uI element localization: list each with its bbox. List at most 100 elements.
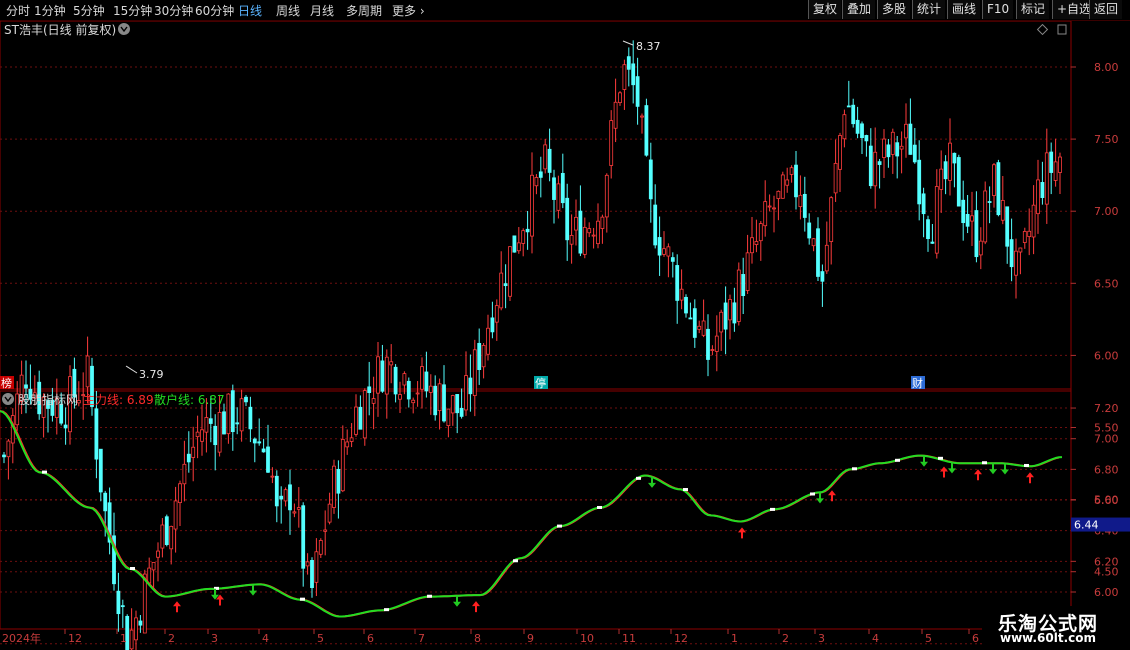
candle-body bbox=[468, 377, 473, 395]
period-tab-4[interactable]: 30分钟 bbox=[154, 2, 193, 19]
candle-body bbox=[389, 361, 394, 366]
candle-body bbox=[635, 76, 640, 107]
price-tick-label-1: 7.50 bbox=[1094, 133, 1119, 146]
period-tab-5[interactable]: 60分钟 bbox=[195, 2, 234, 19]
candle-body bbox=[129, 629, 134, 650]
candle-body bbox=[701, 320, 706, 336]
time-label-8: 7 bbox=[418, 632, 425, 645]
candle-body bbox=[450, 395, 455, 414]
toolbar-button-4[interactable]: 画线 bbox=[947, 0, 981, 19]
cross-tick-9 bbox=[636, 476, 641, 480]
price-tick-label-2: 7.00 bbox=[1094, 205, 1119, 218]
cross-tick-7 bbox=[557, 524, 562, 528]
period-tab-3[interactable]: 15分钟 bbox=[113, 2, 152, 19]
candle-body bbox=[1014, 250, 1018, 276]
candle-body bbox=[437, 383, 442, 412]
high-label: 8.37 bbox=[636, 40, 661, 53]
cross-tick-10 bbox=[683, 488, 688, 492]
candle-body bbox=[160, 524, 165, 549]
signal-arrow-12 bbox=[948, 462, 956, 474]
main-panel-frame bbox=[0, 21, 1072, 390]
high-marker-line bbox=[622, 40, 634, 46]
period-tab-2[interactable]: 5分钟 bbox=[73, 2, 105, 19]
candle-body bbox=[961, 199, 966, 224]
period-tab-7[interactable]: 周线 bbox=[276, 2, 300, 19]
candle-body bbox=[631, 63, 636, 86]
candle-body bbox=[318, 540, 323, 555]
candle-body bbox=[472, 349, 477, 396]
candle-body bbox=[213, 425, 218, 446]
candle-body bbox=[402, 373, 407, 386]
period-tab-0[interactable]: 分时 bbox=[6, 2, 30, 19]
candle-body bbox=[274, 475, 279, 507]
candle-body bbox=[85, 355, 90, 388]
time-label-10: 9 bbox=[527, 632, 534, 645]
period-tab-9[interactable]: 多周期 bbox=[346, 2, 382, 19]
candle-body bbox=[525, 228, 530, 233]
time-label-5: 4 bbox=[262, 632, 269, 645]
price-tick-label-3: 6.50 bbox=[1094, 277, 1119, 290]
toolbar-button-8[interactable]: 返回 bbox=[1089, 0, 1123, 19]
period-tab-1[interactable]: 1分钟 bbox=[34, 2, 66, 19]
period-tab-6[interactable]: 日线 bbox=[238, 2, 262, 19]
candle-body bbox=[648, 159, 653, 200]
time-label-19: 6 bbox=[972, 632, 979, 645]
candle-body bbox=[332, 465, 336, 508]
candle-body bbox=[609, 120, 614, 166]
candle-body bbox=[178, 483, 182, 504]
toolbar-button-0[interactable]: 复权 bbox=[808, 0, 842, 19]
signal-arrow-3 bbox=[249, 584, 257, 596]
candle-body bbox=[987, 201, 992, 203]
candle-body bbox=[367, 386, 372, 393]
period-tab-10[interactable]: 更多 › bbox=[392, 2, 425, 19]
period-tab-8[interactable]: 月线 bbox=[310, 2, 334, 19]
candle-body bbox=[754, 241, 759, 245]
candle-body bbox=[908, 123, 913, 155]
candle-body bbox=[464, 375, 468, 411]
cross-tick-17 bbox=[1024, 463, 1029, 467]
candle-body bbox=[257, 441, 262, 444]
event-marker-1: 停 bbox=[535, 376, 546, 390]
toolbar-button-6[interactable]: 标记 bbox=[1016, 0, 1050, 19]
candle-body bbox=[1018, 247, 1023, 253]
time-label-13: 12 bbox=[674, 632, 688, 645]
chart-title: ST浩丰(日线 前复权) bbox=[4, 22, 116, 37]
candle-body bbox=[283, 489, 288, 502]
candle-body bbox=[728, 299, 732, 321]
candle-body bbox=[384, 356, 389, 395]
candle-body bbox=[442, 384, 446, 422]
candle-body bbox=[222, 411, 226, 435]
candle-body bbox=[310, 560, 314, 588]
candle-body bbox=[552, 177, 556, 200]
period-toolbar: 分时 1分钟 5分钟 15分钟 30分钟 60分钟 日线 周线 月线 多周期 更多 › 复权 叠加 多股统… bbox=[0, 0, 1130, 21]
candle-body bbox=[120, 605, 125, 608]
cross-tick-13 bbox=[852, 467, 857, 471]
candle-body bbox=[855, 119, 860, 134]
candle-body bbox=[345, 441, 350, 448]
candle-body bbox=[582, 226, 587, 255]
candle-body bbox=[371, 398, 376, 404]
candle-body bbox=[336, 468, 341, 494]
candle-body bbox=[569, 235, 574, 245]
ind-tick-label-5: 6.20 bbox=[1094, 555, 1119, 568]
toolbar-button-2[interactable]: 多股 bbox=[877, 0, 911, 19]
candle-body bbox=[912, 144, 917, 163]
kline-chart[interactable]: 8.007.507.006.506.005.505.004.504.007.20… bbox=[0, 21, 1130, 650]
candle-body bbox=[98, 448, 103, 493]
candle-body bbox=[340, 439, 345, 492]
retail-line bbox=[0, 410, 1063, 618]
candle-body bbox=[428, 385, 433, 393]
candle-body bbox=[587, 228, 592, 234]
toolbar-button-1[interactable]: 叠加 bbox=[842, 0, 876, 19]
current-value-label: 6.44 bbox=[1074, 519, 1099, 532]
toolbar-button-5[interactable]: F10 bbox=[982, 0, 1014, 19]
candle-body bbox=[758, 223, 763, 242]
price-tick-label-4: 6.00 bbox=[1094, 349, 1119, 362]
candle-body bbox=[134, 617, 138, 641]
candle-body bbox=[296, 507, 301, 510]
cross-tick-14 bbox=[895, 458, 900, 462]
candle-body bbox=[6, 440, 11, 458]
candle-body bbox=[195, 431, 200, 438]
toolbar-button-3[interactable]: 统计 bbox=[912, 0, 946, 19]
candle-body bbox=[138, 620, 143, 626]
